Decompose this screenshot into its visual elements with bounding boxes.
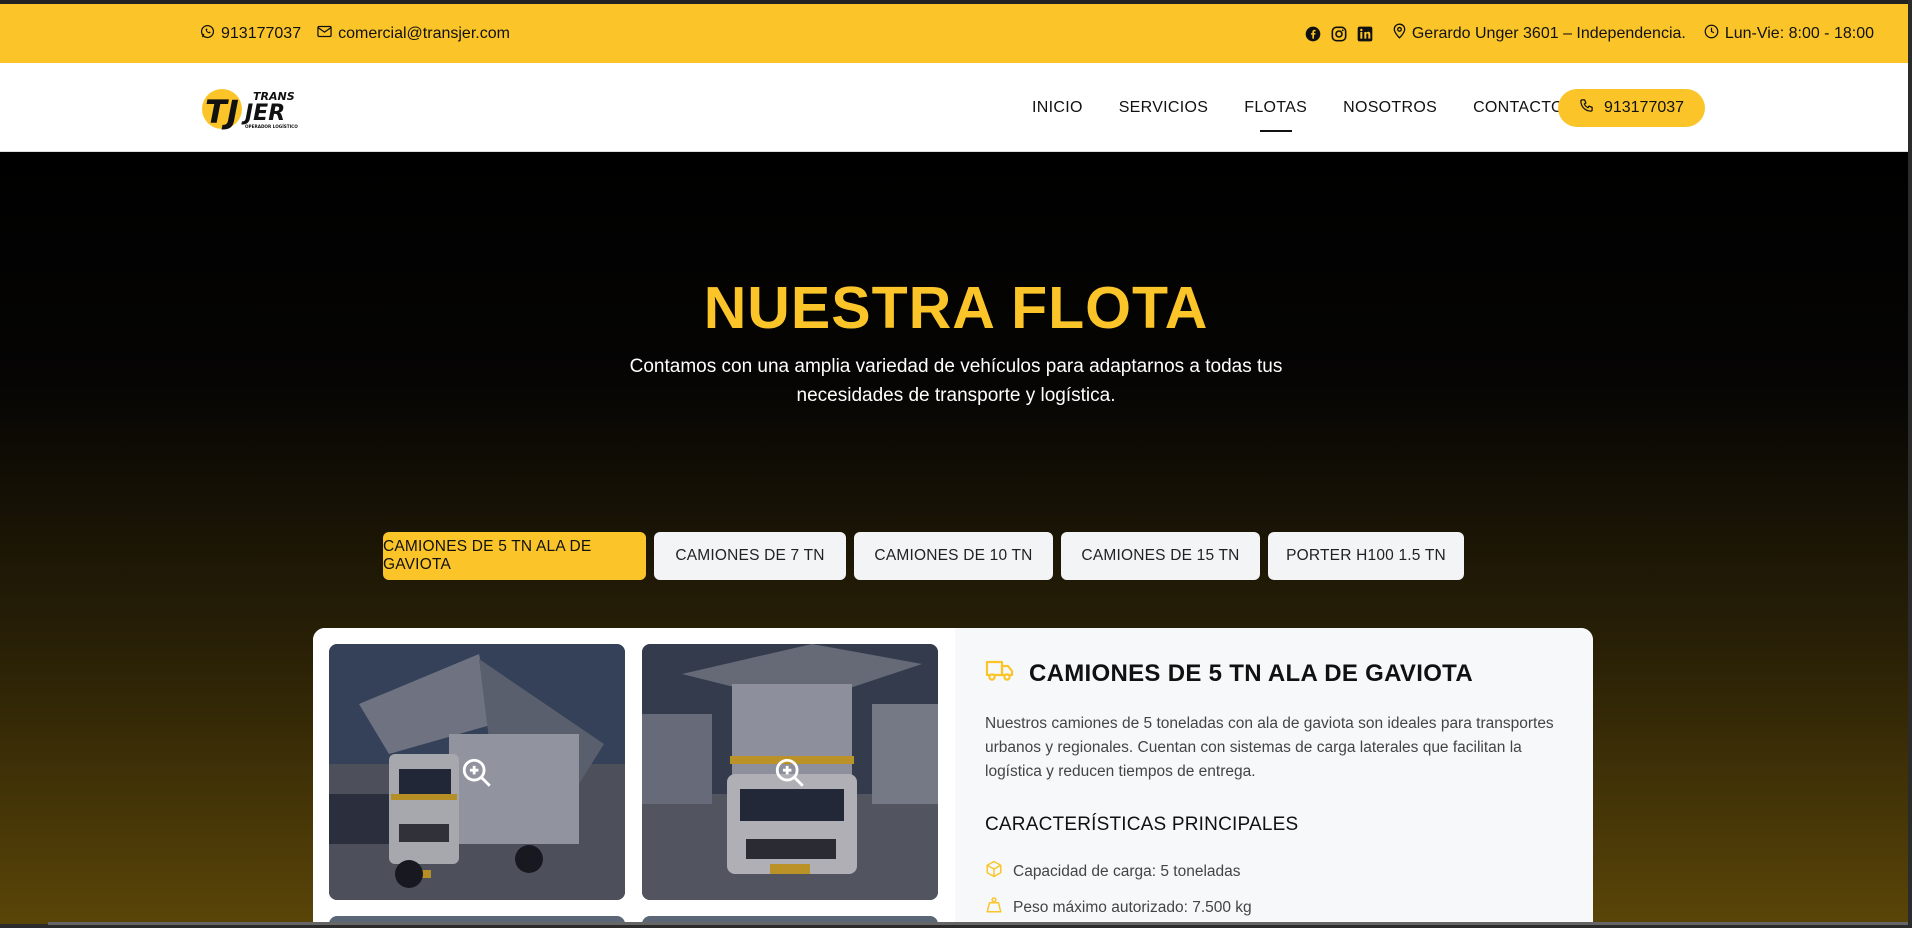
topbar-hours: Lun-Vie: 8:00 - 18:00 <box>1704 24 1874 44</box>
svg-text:OPERADOR LOGÍSTICO: OPERADOR LOGÍSTICO <box>245 124 298 129</box>
tab-10tn[interactable]: CAMIONES DE 10 TN <box>854 532 1053 580</box>
nav-link-flotas[interactable]: FLOTAS <box>1244 63 1307 152</box>
page-title: NUESTRA FLOTA <box>703 275 1209 341</box>
nav-link-nosotros[interactable]: NOSOTROS <box>1343 63 1437 152</box>
truck-photo-2[interactable] <box>642 644 938 900</box>
location-pin-icon <box>1393 23 1406 44</box>
fleet-title-text: CAMIONES DE 5 TN ALA DE GAVIOTA <box>1029 659 1473 687</box>
mail-icon <box>317 25 332 43</box>
phone-icon <box>1579 98 1594 118</box>
instagram-icon[interactable] <box>1331 26 1347 42</box>
svg-text:JER: JER <box>241 101 285 126</box>
fleet-description: Nuestros camiones de 5 toneladas con ala… <box>985 715 1554 780</box>
features-heading: CARACTERÍSTICAS PRINCIPALES <box>985 814 1299 835</box>
feature-item: Peso máximo autorizado: 7.500 kg <box>985 896 1252 919</box>
main-navbar: TJ TRANS JER OPERADOR LOGÍSTICO INICIO S… <box>0 63 1912 152</box>
fleet-title: CAMIONES DE 5 TN ALA DE GAVIOTA <box>985 658 1473 689</box>
call-button-label: 913177037 <box>1603 99 1685 116</box>
transjer-logo[interactable]: TJ TRANS JER OPERADOR LOGÍSTICO <box>201 83 307 133</box>
linkedin-icon[interactable] <box>1357 26 1373 42</box>
top-bar: 913177037 comercial@transjer.com Gerardo… <box>0 0 1912 63</box>
horizontal-scrollbar[interactable] <box>48 922 1908 925</box>
nav-link-inicio[interactable]: INICIO <box>1032 63 1083 152</box>
feature-text: Capacidad de carga: 5 toneladas <box>1013 862 1241 880</box>
feature-text: Peso máximo autorizado: 7.500 kg <box>1013 898 1252 916</box>
zoom-in-icon <box>773 756 807 795</box>
logo-mark: TJ <box>205 93 239 131</box>
topbar-email-text: comercial@transjer.com <box>338 24 510 42</box>
right-window-edge <box>1908 0 1912 928</box>
facebook-icon[interactable] <box>1305 26 1321 42</box>
page-subtitle: Contamos con una amplia variedad de vehí… <box>629 356 1283 406</box>
truck-photo-1[interactable] <box>329 644 625 900</box>
box-icon <box>985 860 1003 883</box>
topbar-hours-text: Lun-Vie: 8:00 - 18:00 <box>1724 24 1874 42</box>
fleet-tabs: CAMIONES DE 5 TN ALA DE GAVIOTA CAMIONES… <box>383 532 1464 580</box>
nav-link-contacto[interactable]: CONTACTO <box>1473 63 1564 152</box>
tab-porter-h100[interactable]: PORTER H100 1.5 TN <box>1268 532 1464 580</box>
truck-icon <box>985 658 1015 689</box>
fleet-detail-card: CAMIONES DE 5 TN ALA DE GAVIOTA Nuestros… <box>313 628 1593 928</box>
topbar-address-text: Gerardo Unger 3601 – Independencia. <box>1411 24 1686 42</box>
topbar-address: Gerardo Unger 3601 – Independencia. <box>1393 23 1686 44</box>
topbar-email[interactable]: comercial@transjer.com <box>317 25 510 43</box>
nav-links: INICIO SERVICIOS FLOTAS NOSOTROS CONTACT… <box>1032 63 1600 152</box>
tab-7tn[interactable]: CAMIONES DE 7 TN <box>654 532 846 580</box>
nav-link-servicios[interactable]: SERVICIOS <box>1119 63 1209 152</box>
feature-item: Capacidad de carga: 5 toneladas <box>985 860 1241 883</box>
whatsapp-icon <box>200 24 215 44</box>
clock-icon <box>1704 24 1719 44</box>
call-button[interactable]: 913177037 <box>1558 89 1705 127</box>
weight-icon <box>985 896 1003 919</box>
tab-15tn[interactable]: CAMIONES DE 15 TN <box>1061 532 1260 580</box>
zoom-in-icon <box>460 756 494 795</box>
topbar-phone[interactable]: 913177037 <box>200 24 301 44</box>
tab-5tn-ala-gaviota[interactable]: CAMIONES DE 5 TN ALA DE GAVIOTA <box>383 532 646 580</box>
fleet-gallery <box>313 628 955 928</box>
fleet-hero-section: NUESTRA FLOTA Contamos con una amplia va… <box>0 152 1912 928</box>
fleet-info-panel: CAMIONES DE 5 TN ALA DE GAVIOTA Nuestros… <box>955 628 1593 928</box>
topbar-phone-text: 913177037 <box>221 24 302 42</box>
